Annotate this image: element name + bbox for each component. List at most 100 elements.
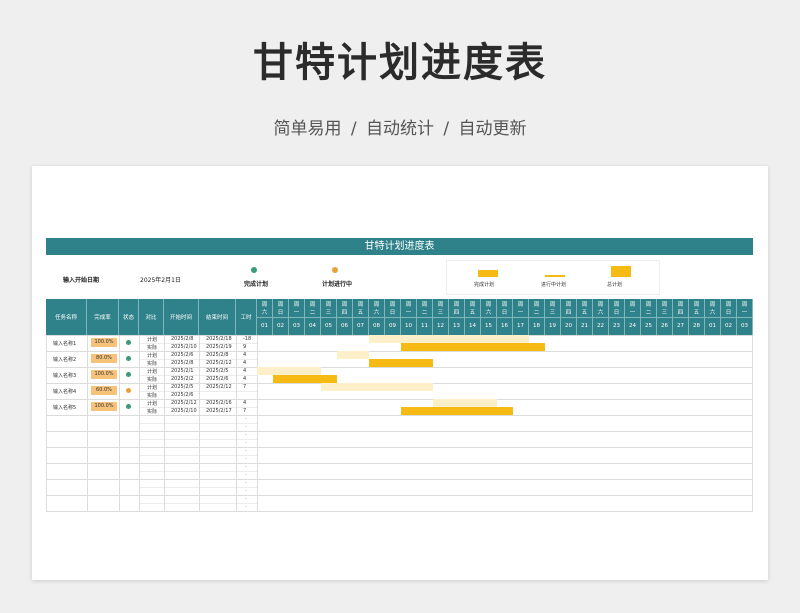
header-duration: 工时 xyxy=(236,299,257,335)
empty-duration-mark: - xyxy=(245,464,247,470)
end-date[interactable]: 2025/2/12 xyxy=(206,384,232,390)
end-date[interactable]: 2025/2/16 xyxy=(206,400,232,406)
row-line xyxy=(139,455,257,456)
completion-rate[interactable]: 60.0% xyxy=(91,386,117,395)
summary-chart: 完成计划 进行中计划 总计划 xyxy=(446,260,660,295)
end-date[interactable]: 2025/2/5 xyxy=(206,368,228,374)
day-header-10: 10 xyxy=(401,318,417,335)
compare-label: 计划 xyxy=(147,337,158,343)
compare-label: 计划 xyxy=(147,369,158,375)
start-date[interactable]: 2025/2/8 xyxy=(171,360,193,366)
day-header-21: 21 xyxy=(577,318,593,335)
done-legend-icon xyxy=(251,267,257,273)
weekday-header-1: 周 六 xyxy=(257,299,273,318)
weekday-header-9: 周 日 xyxy=(385,299,401,318)
actual-bar xyxy=(401,343,545,351)
completion-rate[interactable]: 100.0% xyxy=(91,370,117,379)
completion-rate[interactable]: 80.0% xyxy=(91,354,117,363)
task-name[interactable]: 输入名称1 xyxy=(53,340,76,347)
row-line xyxy=(46,495,753,496)
summary-label-1: 完成计划 xyxy=(474,282,495,288)
end-date[interactable]: 2025/2/8 xyxy=(206,352,228,358)
col-line xyxy=(119,335,120,511)
task-name[interactable]: 输入名称3 xyxy=(53,372,76,379)
table-header: 任务名称 完成率 状态 对比 开始时间 结束时间 工时周 六 01 周 日 02 周 一 03 周 二0… xyxy=(46,299,753,335)
row-line xyxy=(46,447,753,448)
weekday-header-2: 周 日 xyxy=(273,299,289,318)
weekday-header-29: 周 六 xyxy=(705,299,721,318)
col-line xyxy=(199,335,200,511)
weekday-header-14: 周 五 xyxy=(465,299,481,318)
task-name[interactable]: 输入名称4 xyxy=(53,388,76,395)
end-date[interactable]: 2025/2/12 xyxy=(206,360,232,366)
weekday-header-30: 周 日 xyxy=(721,299,737,318)
status-progress-icon xyxy=(126,388,131,393)
day-header-9: 09 xyxy=(385,318,401,335)
duration-value: 9 xyxy=(243,344,247,350)
done-legend-label: 完成计划 xyxy=(244,281,269,288)
header-status: 状态 xyxy=(119,299,139,335)
day-header-14: 14 xyxy=(465,318,481,335)
day-header-3: 03 xyxy=(289,318,305,335)
empty-duration-mark: - xyxy=(245,424,247,430)
empty-duration-mark: - xyxy=(245,488,247,494)
end-date[interactable]: 2025/2/18 xyxy=(206,336,232,342)
start-date[interactable]: 2025/2/12 xyxy=(171,400,197,406)
weekday-header-26: 周 三 xyxy=(657,299,673,318)
status-done-icon xyxy=(126,404,131,409)
status-done-icon xyxy=(126,372,131,377)
weekday-header-13: 周 四 xyxy=(449,299,465,318)
start-date[interactable]: 2025/2/10 xyxy=(171,344,197,350)
summary-bar-1 xyxy=(478,269,498,277)
day-header-5: 05 xyxy=(321,318,337,335)
task-name[interactable]: 输入名称2 xyxy=(53,356,76,363)
compare-label: 实际 xyxy=(147,377,158,383)
col-line xyxy=(87,335,88,511)
summary-label-3: 总计划 xyxy=(607,282,623,288)
day-header-27: 27 xyxy=(673,318,689,335)
start-date[interactable]: 2025/2/1 xyxy=(171,368,193,374)
col-line xyxy=(46,335,47,511)
day-header-18: 18 xyxy=(529,318,545,335)
end-date[interactable]: 2025/2/19 xyxy=(206,344,232,350)
weekday-header-23: 周 日 xyxy=(609,299,625,318)
end-date[interactable]: 2025/2/6 xyxy=(206,376,228,382)
completion-rate[interactable]: 100.0% xyxy=(91,338,117,347)
start-date[interactable]: 2025/2/10 xyxy=(171,408,197,414)
status-done-icon xyxy=(126,356,131,361)
duration-value: -18 xyxy=(243,336,252,342)
weekday-header-8: 周 六 xyxy=(369,299,385,318)
weekday-header-6: 周 四 xyxy=(337,299,353,318)
weekday-header-25: 周 二 xyxy=(641,299,657,318)
header-task: 任务名称 xyxy=(46,299,87,335)
empty-duration-mark: - xyxy=(245,456,247,462)
task-name[interactable]: 输入名称5 xyxy=(53,404,76,411)
compare-label: 计划 xyxy=(147,385,158,391)
day-header-6: 06 xyxy=(337,318,353,335)
status-done-icon xyxy=(126,340,131,345)
start-date[interactable]: 2025/2/6 xyxy=(171,392,193,398)
start-date[interactable]: 2025/2/2 xyxy=(171,376,193,382)
day-header-30: 02 xyxy=(721,318,737,335)
col-line xyxy=(752,335,753,511)
start-date[interactable]: 2025/2/8 xyxy=(171,336,193,342)
page-title: 甘特计划进度表 xyxy=(253,40,547,86)
header-rate: 完成率 xyxy=(87,299,119,335)
day-header-15: 15 xyxy=(481,318,497,335)
completion-rate[interactable]: 100.0% xyxy=(91,402,117,411)
start-date[interactable]: 2025/2/5 xyxy=(171,384,193,390)
start-date[interactable]: 2025/2/6 xyxy=(171,352,193,358)
progress-legend-label: 计划进行中 xyxy=(322,281,353,288)
row-line xyxy=(46,431,753,432)
day-header-12: 12 xyxy=(433,318,449,335)
day-header-4: 04 xyxy=(305,318,321,335)
day-header-25: 25 xyxy=(641,318,657,335)
weekday-header-28: 周 五 xyxy=(689,299,705,318)
end-date[interactable]: 2025/2/17 xyxy=(206,408,232,414)
weekday-header-27: 周 四 xyxy=(673,299,689,318)
day-header-8: 08 xyxy=(369,318,385,335)
plan-bar xyxy=(337,351,369,359)
start-date-value[interactable]: 2025年2月1日 xyxy=(140,275,181,284)
row-line xyxy=(139,471,257,472)
compare-label: 实际 xyxy=(147,409,158,415)
